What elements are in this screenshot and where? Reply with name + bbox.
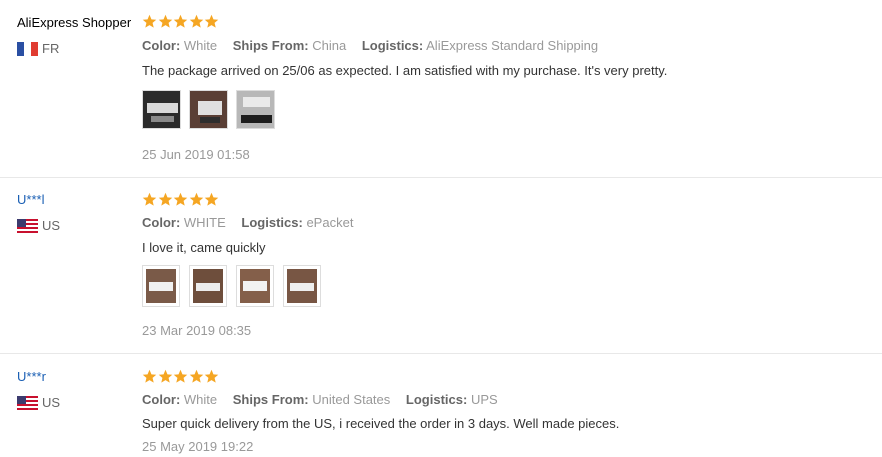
reviewer-country: US — [17, 395, 60, 410]
reviewer-name[interactable]: U***l — [17, 192, 44, 207]
star-rating — [142, 369, 220, 384]
review-text: Super quick delivery from the US, i rece… — [142, 416, 620, 431]
attr-value: United States — [312, 392, 391, 407]
star-icon — [204, 369, 219, 383]
attr-value: UPS — [470, 392, 498, 407]
star-icon — [204, 192, 219, 206]
country-code: US — [42, 218, 61, 233]
attr-value: White — [183, 38, 218, 53]
review-divider — [0, 353, 882, 354]
review-text: The package arrived on 25/06 as expected… — [142, 63, 668, 78]
review-date: 23 Mar 2019 08:35 — [142, 323, 252, 338]
review-photo[interactable] — [283, 265, 321, 307]
review-photo[interactable] — [142, 265, 180, 307]
review-attributes: Color: WHITE Logistics: ePacket — [142, 215, 365, 230]
attr-value: China — [312, 38, 347, 53]
attr-key: Ships From: — [232, 392, 309, 407]
review-photos — [142, 90, 283, 129]
star-rating — [142, 14, 220, 29]
attr-key: Ships From: — [232, 38, 309, 53]
star-icon — [142, 14, 157, 28]
attr-key: Logistics: — [405, 392, 468, 407]
star-rating — [142, 192, 220, 207]
country-code: US — [42, 395, 61, 410]
star-icon — [204, 14, 219, 28]
review-attributes: Color: White Ships From: United States L… — [142, 392, 510, 407]
review-text: I love it, came quickly — [142, 240, 266, 255]
star-icon — [158, 14, 172, 28]
review-photo[interactable] — [189, 265, 227, 307]
star-icon — [189, 369, 203, 383]
attr-key: Color: — [142, 215, 181, 230]
star-icon — [173, 14, 188, 28]
reviewer-country: US — [17, 218, 60, 233]
fr-flag-icon — [17, 41, 38, 56]
attr-value: AliExpress Standard Shipping — [426, 38, 599, 53]
star-icon — [173, 369, 188, 383]
star-icon — [142, 192, 157, 206]
review-attributes: Color: White Ships From: China Logistics… — [142, 38, 610, 53]
attr-key: Color: — [142, 392, 181, 407]
star-icon — [158, 192, 172, 206]
attr-key: Color: — [142, 38, 181, 53]
review-photo[interactable] — [236, 90, 275, 129]
review-photo[interactable] — [189, 90, 228, 129]
us-flag-icon — [17, 218, 38, 233]
review-photo[interactable] — [142, 90, 181, 129]
review-photos — [142, 265, 330, 307]
reviewer-country: FR — [17, 41, 59, 56]
reviewer-name[interactable]: U***r — [17, 369, 46, 384]
attr-key: Logistics: — [361, 38, 424, 53]
review-divider — [0, 177, 882, 178]
star-icon — [173, 192, 188, 206]
review-photo[interactable] — [236, 265, 274, 307]
attr-value: ePacket — [306, 215, 354, 230]
attr-key: Logistics: — [241, 215, 303, 230]
star-icon — [189, 192, 203, 206]
reviewer-name: AliExpress Shopper — [17, 15, 132, 30]
country-code: FR — [42, 41, 60, 56]
attr-value: White — [183, 392, 218, 407]
review-date: 25 Jun 2019 01:58 — [142, 147, 250, 162]
attr-value: WHITE — [183, 215, 226, 230]
us-flag-icon — [17, 395, 38, 410]
star-icon — [158, 369, 172, 383]
star-icon — [189, 14, 203, 28]
star-icon — [142, 369, 157, 383]
review-date: 25 May 2019 19:22 — [142, 439, 254, 454]
